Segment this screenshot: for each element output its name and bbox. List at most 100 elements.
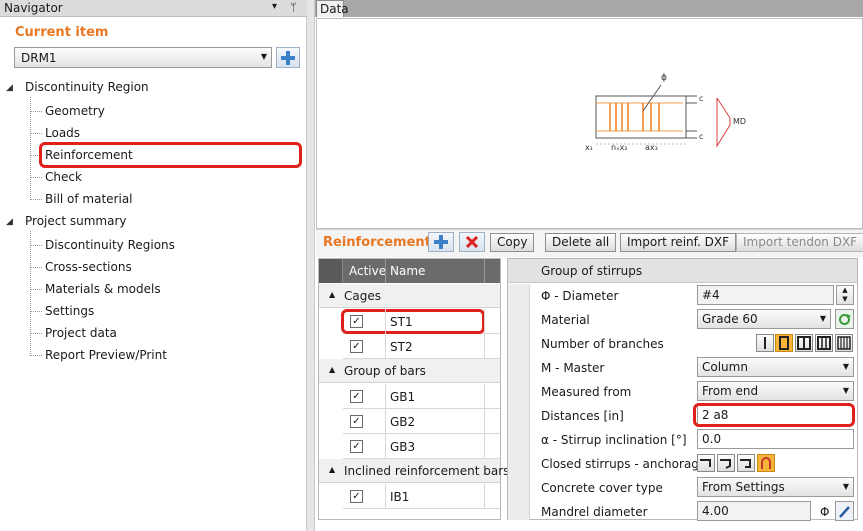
tree-line: [30, 231, 31, 356]
active-checkbox[interactable]: ✓: [350, 390, 363, 403]
chevron-down-icon: ▼: [260, 52, 267, 61]
active-checkbox[interactable]: ✓: [350, 415, 363, 428]
diameter-spinner[interactable]: ▲ ▼: [836, 285, 854, 305]
delete-all-button[interactable]: Delete all: [545, 233, 617, 252]
tree-item-check[interactable]: Check: [45, 170, 82, 184]
tree-line: [30, 355, 42, 356]
highlight-st1: [341, 309, 485, 334]
table-row[interactable]: [343, 434, 500, 459]
collapse-icon[interactable]: ◢: [6, 83, 13, 93]
two-branch-icon: [779, 336, 789, 350]
mandrel-input[interactable]: 4.00: [697, 501, 811, 521]
add-reinforcement-button[interactable]: [428, 232, 454, 252]
branches-5-button[interactable]: [835, 334, 853, 352]
row-name: GB3: [390, 440, 416, 454]
table-row[interactable]: [343, 384, 500, 409]
inclination-label: α - Stirrup inclination [°]: [541, 433, 687, 447]
expand-icon[interactable]: ▲: [329, 290, 335, 299]
tab-data[interactable]: Data: [316, 0, 349, 17]
properties-gutter: [508, 284, 530, 520]
material-value: Grade 60: [702, 312, 758, 326]
dropdown-icon[interactable]: ▾: [272, 1, 277, 12]
anchorage-2-button[interactable]: [717, 454, 735, 472]
column-active[interactable]: Active: [349, 264, 386, 278]
row-name: GB2: [390, 415, 416, 429]
tree-item-discontinuity-regions[interactable]: Discontinuity Regions: [45, 238, 175, 252]
group-label-bars: Group of bars: [344, 364, 426, 378]
measured-label: Measured from: [541, 385, 632, 399]
import-tendon-dxf-button[interactable]: Import tendon DXF: [736, 233, 863, 252]
branches-2-button[interactable]: [775, 334, 793, 352]
table-row[interactable]: [343, 484, 500, 509]
tree-item-report-preview[interactable]: Report Preview/Print: [45, 348, 167, 362]
row-name: IB1: [390, 490, 410, 504]
table-row[interactable]: [343, 334, 500, 359]
hook-closed-icon: [761, 457, 771, 469]
anchorage-3-button[interactable]: [737, 454, 755, 472]
chevron-down-icon: ▼: [842, 362, 849, 371]
tree-line: [30, 199, 42, 200]
pencil-icon: [839, 505, 850, 518]
inclination-value: 0.0: [702, 432, 722, 446]
diameter-label: Φ - Diameter: [541, 289, 619, 303]
diameter-field[interactable]: #4: [697, 285, 834, 305]
pin-icon[interactable]: ᛘ: [290, 1, 297, 14]
measured-select[interactable]: From end ▼: [697, 381, 854, 401]
table-row[interactable]: [343, 409, 500, 434]
mandrel-edit-button[interactable]: [835, 501, 854, 521]
row-name: GB1: [390, 390, 416, 404]
delete-reinforcement-button[interactable]: [459, 232, 485, 252]
five-branch-icon: [837, 336, 851, 350]
branches-label: Number of branches: [541, 337, 664, 351]
distances-label: Distances [in]: [541, 409, 624, 423]
four-branch-icon: [817, 336, 831, 350]
expand-icon[interactable]: ▲: [329, 465, 335, 474]
collapse-icon[interactable]: ◢: [6, 217, 13, 227]
tree-section-project-summary[interactable]: Project summary: [25, 214, 127, 228]
panel-splitter[interactable]: [307, 0, 315, 531]
current-item-label: Current item: [15, 25, 109, 40]
current-item-select[interactable]: DRM1 ▼: [14, 47, 272, 68]
master-select[interactable]: Column ▼: [697, 357, 854, 377]
branches-3-button[interactable]: [795, 334, 813, 352]
tree-item-bill-of-material[interactable]: Bill of material: [45, 192, 133, 206]
tree-item-settings[interactable]: Settings: [45, 304, 94, 318]
branches-4-button[interactable]: [815, 334, 833, 352]
tree-item-project-data[interactable]: Project data: [45, 326, 117, 340]
active-checkbox[interactable]: ✓: [350, 490, 363, 503]
material-select[interactable]: Grade 60 ▼: [697, 309, 831, 329]
anchorage-4-button[interactable]: [757, 454, 775, 472]
hook-180-icon: [740, 459, 751, 468]
tree-section-discontinuity-region[interactable]: Discontinuity Region: [25, 80, 149, 94]
tree-item-cross-sections[interactable]: Cross-sections: [45, 260, 132, 274]
branches-1-button[interactable]: [756, 334, 774, 352]
delete-icon: [466, 236, 478, 248]
active-checkbox[interactable]: ✓: [350, 340, 363, 353]
tree-line: [30, 311, 42, 312]
concrete-cover-select[interactable]: From Settings ▼: [697, 477, 854, 497]
active-checkbox[interactable]: ✓: [350, 440, 363, 453]
tree-item-materials-models[interactable]: Materials & models: [45, 282, 161, 296]
mandrel-unit: Φ: [820, 505, 830, 519]
anchorage-1-button[interactable]: [697, 454, 715, 472]
refresh-material-button[interactable]: [835, 309, 854, 329]
expand-icon[interactable]: ▲: [329, 365, 335, 374]
mandrel-label: Mandrel diameter: [541, 505, 648, 519]
copy-button[interactable]: Copy: [490, 233, 535, 252]
add-item-button[interactable]: [276, 47, 300, 68]
inclination-input[interactable]: 0.0: [697, 429, 854, 449]
one-branch-icon: [764, 337, 766, 349]
tree-line: [30, 333, 42, 334]
concrete-cover-label: Concrete cover type: [541, 481, 663, 495]
tree-line: [30, 289, 42, 290]
chevron-down-icon: ▼: [819, 314, 826, 323]
chevron-down-icon: ▼: [842, 386, 849, 395]
master-value: Column: [702, 360, 748, 374]
current-item-value: DRM1: [21, 51, 57, 65]
tree-item-geometry[interactable]: Geometry: [45, 104, 105, 118]
tree-item-loads[interactable]: Loads: [45, 126, 80, 140]
label-md: MD: [733, 117, 746, 126]
import-reinf-dxf-button[interactable]: Import reinf. DXF: [620, 233, 736, 252]
group-label-cages: Cages: [344, 289, 381, 303]
column-name[interactable]: Name: [390, 264, 425, 278]
